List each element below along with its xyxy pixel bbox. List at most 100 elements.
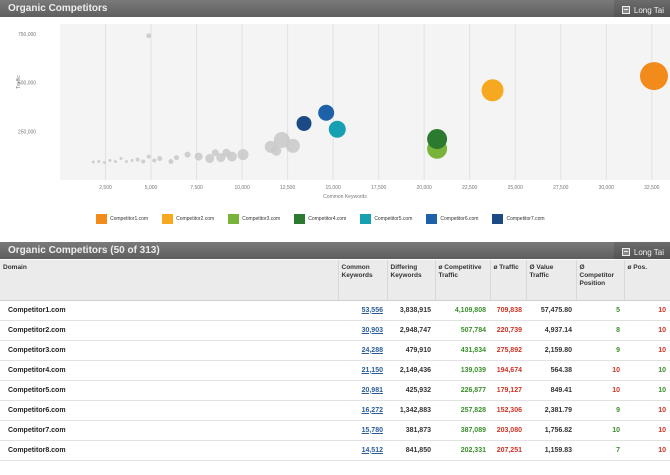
legend-label: Competitor4.com: [308, 216, 347, 222]
x-tick-label: 20,000: [417, 185, 433, 191]
legend-item[interactable]: Competitor1.com: [96, 214, 148, 224]
long-tail-button[interactable]: Long Tai: [613, 0, 670, 17]
common-keywords-link[interactable]: 53,556: [362, 307, 383, 314]
table-row[interactable]: Competitor6.com 16,272 1,342,883 257,828 152…: [0, 400, 670, 421]
legend-item[interactable]: Competitor6.com: [426, 214, 478, 224]
cell-domain: Competitor3.com: [0, 340, 338, 361]
competitors-table: Domain Common Keywords Differing Keyword…: [0, 260, 670, 461]
cell-competitive-traffic: 226,877: [435, 380, 490, 401]
background-bubble: [125, 159, 129, 163]
cell-competitive-traffic: 202,331: [435, 440, 490, 461]
table-row[interactable]: Competitor5.com 20,981 425,932 226,877 179,1…: [0, 380, 670, 401]
cell-value-traffic: 2,381.79: [526, 400, 576, 421]
cell-position: 10: [624, 360, 670, 381]
background-bubble: [91, 160, 95, 164]
common-keywords-link[interactable]: 24,288: [362, 347, 383, 354]
common-keywords-link[interactable]: 14,512: [362, 447, 383, 454]
col-header-value-traffic[interactable]: Ø Value Traffic: [525, 260, 576, 301]
cell-common-keywords: 20,981: [338, 380, 387, 401]
cell-value-traffic: 1,756.82: [526, 420, 576, 441]
chart-canvas: 2,500 5,000 7,500 10,000 12,500 15,000 17,500 2…: [16, 24, 670, 200]
col-header-domain[interactable]: Domain: [0, 260, 338, 301]
cell-domain: Competitor1.com: [0, 300, 338, 321]
cell-position: 10: [624, 400, 670, 421]
table-row[interactable]: Competitor4.com 21,150 2,149,436 139,039 194…: [0, 360, 670, 381]
x-tick-label: 22,500: [462, 185, 478, 191]
legend-label: Competitor1.com: [110, 216, 149, 222]
x-tick-label: 27,500: [553, 185, 569, 191]
cell-competitor-position: 9: [576, 340, 624, 361]
background-bubble: [108, 159, 112, 162]
x-tick-label: 32,500: [644, 185, 660, 191]
legend-label: Competitor5.com: [374, 216, 413, 222]
cell-position: 10: [624, 380, 670, 401]
cell-competitor-position: 8: [576, 320, 624, 341]
long-tail-label-2: Long Tai: [633, 247, 664, 257]
background-bubble: [173, 155, 179, 161]
legend-item[interactable]: Competitor7.com: [492, 214, 545, 224]
long-tail-button-2[interactable]: Long Tai: [613, 242, 670, 259]
table-row[interactable]: Competitor1.com 53,556 3,838,915 4,109,808 7…: [0, 300, 670, 321]
cell-common-keywords: 16,272: [338, 400, 387, 421]
table-row[interactable]: Competitor8.com 14,512 841,850 202,331 207,2…: [0, 440, 670, 461]
common-keywords-link[interactable]: 30,903: [362, 327, 383, 334]
cell-differing-keywords: 425,932: [387, 380, 435, 401]
legend-item[interactable]: Competitor4.com: [294, 214, 346, 224]
legend-item[interactable]: Competitor3.com: [228, 214, 280, 224]
legend-swatch: [96, 214, 107, 224]
background-bubble: [194, 152, 203, 161]
common-keywords-link[interactable]: 16,272: [362, 407, 383, 414]
legend-item[interactable]: Competitor2.com: [162, 214, 214, 224]
col-header-differing-keywords[interactable]: Differing Keywords: [386, 260, 435, 301]
cell-traffic: 194,674: [490, 360, 526, 381]
cell-traffic: 207,251: [490, 440, 526, 461]
table-header-row: Domain Common Keywords Differing Keyword…: [0, 260, 670, 301]
legend-swatch: [360, 214, 372, 224]
cell-traffic: 203,080: [490, 420, 526, 441]
cell-competitive-traffic: 4,109,808: [435, 300, 490, 321]
background-bubble: [141, 159, 146, 164]
x-tick-label: 25,000: [508, 185, 524, 191]
cell-differing-keywords: 2,948,747: [387, 320, 435, 341]
cell-common-keywords: 14,512: [338, 440, 387, 461]
col-header-competitive-traffic[interactable]: ø Competitive Traffic: [434, 260, 490, 301]
table-row[interactable]: Competitor2.com 30,903 2,948,747 507,784 220…: [0, 320, 670, 341]
cell-competitor-position: 10: [576, 380, 624, 401]
competitor-bubble: [481, 79, 504, 102]
cell-competitive-traffic: 387,089: [435, 420, 490, 441]
x-axis-title: Common Keywords: [323, 194, 367, 200]
x-tick-label: 2,500: [99, 185, 112, 191]
background-bubble: [271, 145, 282, 156]
cell-differing-keywords: 841,850: [387, 440, 435, 461]
common-keywords-link[interactable]: 20,981: [362, 387, 383, 394]
background-bubble: [97, 159, 101, 163]
competitor-bubble: [427, 129, 448, 150]
col-header-common-keywords[interactable]: Common Keywords: [337, 260, 387, 301]
common-keywords-link[interactable]: 21,150: [362, 367, 383, 374]
background-bubble: [113, 159, 117, 163]
col-header-traffic[interactable]: ø Traffic: [489, 260, 526, 301]
background-bubble: [285, 138, 300, 153]
col-header-competitor-position[interactable]: Ø Competitor Position: [575, 260, 624, 301]
x-tick-label: 15,000: [325, 185, 341, 191]
common-keywords-link[interactable]: 15,780: [362, 427, 383, 434]
background-bubble: [237, 149, 249, 161]
legend-item[interactable]: Competitor5.com: [360, 214, 412, 224]
cell-value-traffic: 1,159.83: [526, 440, 576, 461]
background-bubble: [157, 156, 163, 162]
table-row[interactable]: Competitor3.com 24,288 479,910 431,834 275,8…: [0, 340, 670, 361]
cell-traffic: 152,306: [490, 400, 526, 421]
table-row[interactable]: Competitor7.com 15,780 381,873 387,089 203,0…: [0, 420, 670, 441]
cell-differing-keywords: 381,873: [387, 420, 435, 441]
cell-competitive-traffic: 257,828: [435, 400, 490, 421]
cell-competitive-traffic: 431,834: [435, 340, 490, 361]
competitor-bubble: [296, 115, 312, 131]
col-header-position[interactable]: ø Pos.: [623, 260, 670, 301]
legend-label: Competitor3.com: [242, 216, 281, 222]
legend-swatch: [228, 214, 240, 224]
cell-common-keywords: 21,150: [338, 360, 387, 381]
cell-competitor-position: 9: [576, 400, 624, 421]
cell-differing-keywords: 2,149,436: [387, 360, 435, 381]
table-panel-header: Organic Competitors (50 of 313) Long Tai: [0, 242, 670, 259]
x-tick-label: 10,000: [234, 185, 250, 191]
